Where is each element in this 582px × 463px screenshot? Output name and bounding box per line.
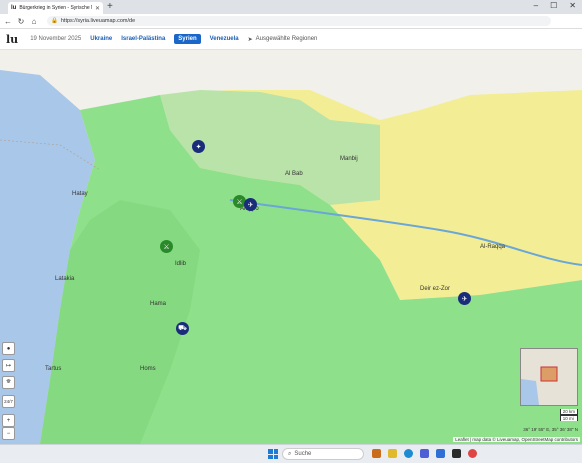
airplane-icon[interactable]: ✈ bbox=[244, 198, 257, 211]
location-arrow-icon: ➤ bbox=[247, 36, 253, 43]
os-taskbar: ⌕ Suche bbox=[0, 444, 582, 463]
back-icon[interactable]: ← bbox=[3, 17, 13, 26]
map-label: Hama bbox=[150, 301, 167, 307]
lock-icon: 🔒 bbox=[51, 18, 58, 24]
folder-icon[interactable] bbox=[388, 449, 397, 458]
edge-icon[interactable] bbox=[404, 449, 413, 458]
window-controls: – ☐ ✕ bbox=[534, 1, 576, 10]
taskbar-search[interactable]: ⌕ Suche bbox=[282, 448, 364, 460]
battle-icon[interactable]: ⚔ bbox=[160, 240, 173, 253]
zoom-out-button[interactable]: − bbox=[2, 427, 15, 440]
close-window-icon[interactable]: ✕ bbox=[569, 1, 576, 10]
browser-toolbar: ← ↻ ⌂ 🔒 https://syria.liveuamap.com/de bbox=[0, 14, 582, 29]
nav-syria[interactable]: Syrien bbox=[174, 34, 201, 44]
chrome-icon[interactable] bbox=[468, 449, 477, 458]
vehicle-icon[interactable]: ⛟ bbox=[176, 322, 189, 335]
tab-title: Bürgerkrieg in Syrien - Syrische N bbox=[19, 5, 92, 11]
search-icon: ⌕ bbox=[288, 450, 292, 457]
shield-icon[interactable]: ✦ bbox=[192, 140, 205, 153]
search-placeholder: Suche bbox=[294, 451, 312, 457]
map-label: Al Bab bbox=[285, 171, 303, 177]
route-button[interactable]: ↦ bbox=[2, 359, 15, 372]
airplane-icon[interactable]: ✈ bbox=[458, 292, 471, 305]
url-text: https://syria.liveuamap.com/de bbox=[60, 18, 136, 24]
map-label: Hatay bbox=[72, 191, 88, 197]
site-header: lu 19 November 2025 Ukraine Israel-Paläs… bbox=[0, 29, 582, 50]
site-favicon-icon: lu bbox=[11, 5, 17, 11]
map-label: Latakia bbox=[55, 276, 75, 282]
new-tab-button[interactable]: + bbox=[107, 1, 113, 13]
site-logo[interactable]: lu bbox=[6, 33, 18, 46]
browser-tab[interactable]: lu Bürgerkrieg in Syrien - Syrische N ✕ bbox=[8, 2, 103, 14]
minimize-icon[interactable]: – bbox=[534, 1, 538, 10]
map-label: Al-Raqqa bbox=[480, 244, 506, 250]
zoom-in-button[interactable]: + bbox=[2, 414, 15, 427]
home-icon[interactable]: ⌂ bbox=[29, 17, 39, 26]
outlook-icon[interactable] bbox=[436, 449, 445, 458]
map-label: Homs bbox=[140, 366, 156, 372]
regions-button[interactable]: ➤ Ausgewählte Regionen bbox=[248, 36, 318, 43]
nav-ukraine[interactable]: Ukraine bbox=[90, 36, 112, 42]
live-button[interactable]: 24/7 bbox=[2, 395, 15, 408]
windows-start-icon[interactable] bbox=[268, 449, 278, 459]
map-label: Idlib bbox=[175, 261, 187, 267]
map-label: Deir ez-Zor bbox=[420, 286, 450, 292]
scale-mi: 10 mi bbox=[559, 415, 578, 421]
nav-israel-palestine[interactable]: Israel-Palästina bbox=[121, 36, 165, 42]
map-label: Manbij bbox=[340, 156, 358, 162]
map-view[interactable]: Hatay Aleppo Al Bab Manbij Idlib Al-Raqq… bbox=[0, 50, 582, 444]
browser-tab-bar: lu Bürgerkrieg in Syrien - Syrische N ✕ … bbox=[0, 0, 582, 14]
teams-icon[interactable] bbox=[420, 449, 429, 458]
address-bar[interactable]: 🔒 https://syria.liveuamap.com/de bbox=[47, 16, 551, 26]
map-attribution[interactable]: Leaflet | map data © Liveuamap, OpenStre… bbox=[453, 437, 580, 442]
app-icon[interactable] bbox=[452, 449, 461, 458]
date-label: 19 November 2025 bbox=[30, 36, 82, 42]
map-canvas: Hatay Aleppo Al Bab Manbij Idlib Al-Raqq… bbox=[0, 50, 582, 444]
close-icon[interactable]: ✕ bbox=[95, 5, 100, 12]
locate-button[interactable]: ● bbox=[2, 342, 15, 355]
minimap[interactable] bbox=[520, 348, 578, 406]
maximize-icon[interactable]: ☐ bbox=[550, 1, 557, 10]
scale-bar: 20 km 10 mi bbox=[559, 409, 578, 421]
regions-label: Ausgewählte Regionen bbox=[255, 36, 318, 42]
map-label: Tartus bbox=[45, 366, 61, 372]
refresh-icon[interactable]: ↻ bbox=[16, 17, 26, 26]
app-icon[interactable] bbox=[372, 449, 381, 458]
nav-venezuela[interactable]: Venezuela bbox=[210, 36, 239, 42]
layers-button[interactable]: ⛯ bbox=[2, 376, 15, 389]
minimap-canvas bbox=[521, 349, 577, 405]
coordinate-readout: 36° 19' 55" E, 35° 36' 38" N bbox=[523, 427, 578, 432]
